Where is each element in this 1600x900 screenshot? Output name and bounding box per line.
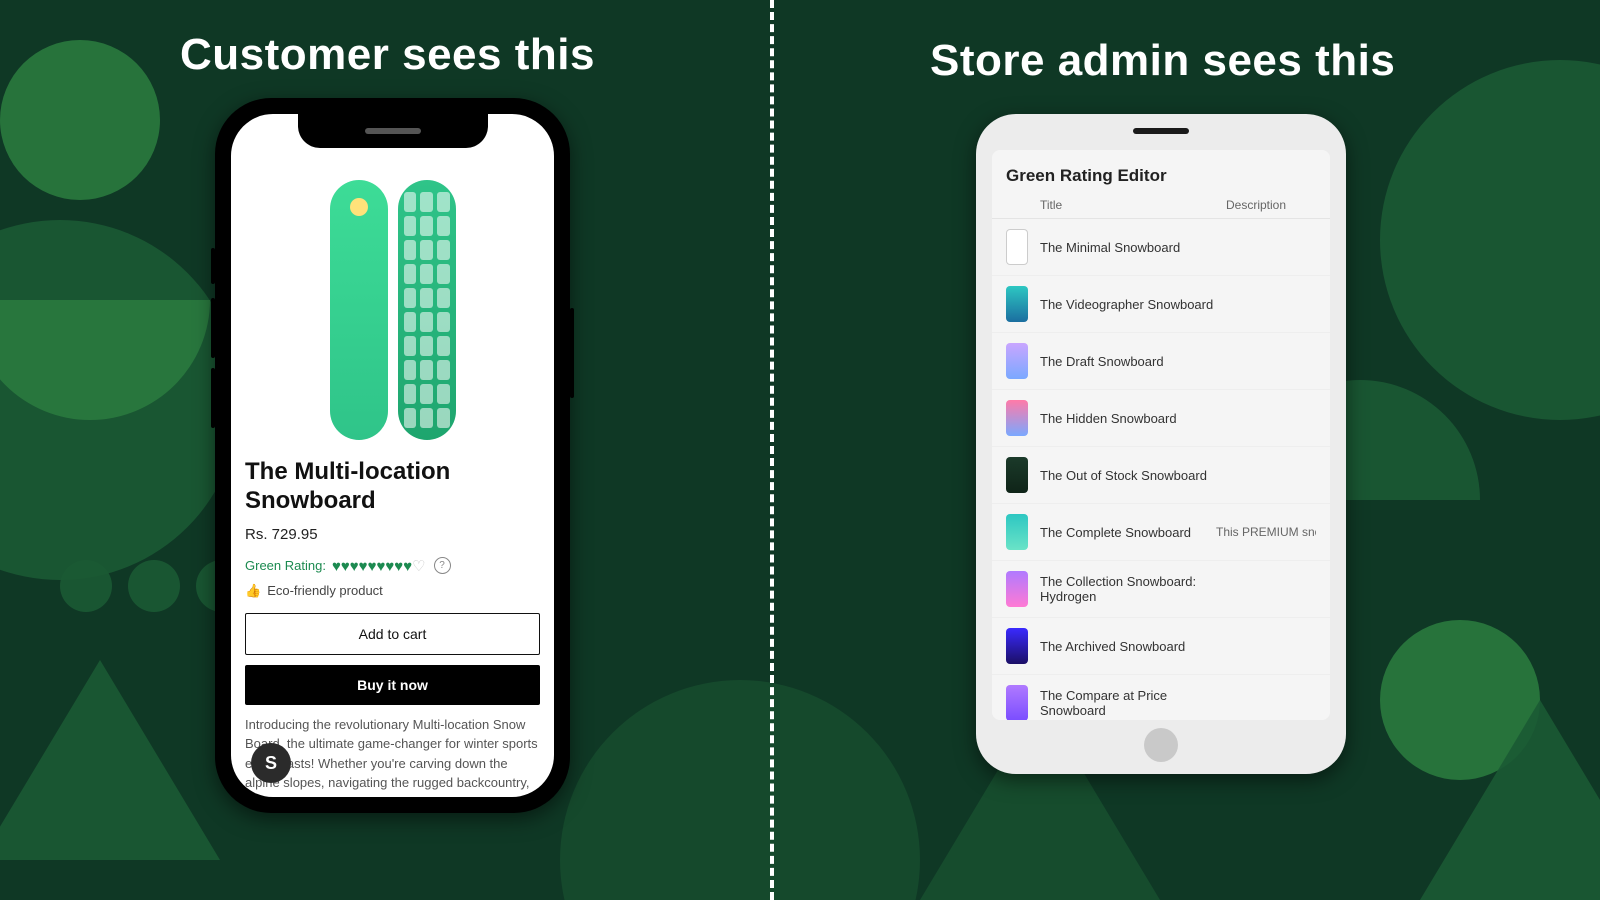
product-thumbnail — [1006, 457, 1028, 493]
admin-page-title: Green Rating Editor — [992, 150, 1330, 198]
heart-icon: ♡ — [412, 558, 425, 575]
product-thumbnail — [1006, 343, 1028, 379]
home-button[interactable] — [1144, 728, 1178, 762]
row-title: The Archived Snowboard — [1040, 639, 1216, 654]
green-rating-hearts: ♥♥♥♥♥♥♥♥♥♡ — [332, 557, 426, 575]
green-rating-row: Green Rating: ♥♥♥♥♥♥♥♥♥♡ ? — [245, 557, 540, 575]
shopify-fab-icon[interactable]: S — [251, 743, 291, 783]
customer-phone-frame: The Multi-location Snowboard Rs. 729.95 … — [215, 98, 570, 813]
product-image-front — [330, 180, 388, 440]
row-title: The Minimal Snowboard — [1040, 240, 1216, 255]
product-thumbnail — [1006, 514, 1028, 550]
product-price: Rs. 729.95 — [245, 526, 540, 543]
row-title: The Collection Snowboard: Hydrogen — [1040, 574, 1216, 604]
heart-icon: ♥ — [359, 558, 368, 575]
table-row[interactable]: The Draft Snowboard — [992, 333, 1330, 390]
product-thumbnail — [1006, 229, 1028, 265]
col-description[interactable]: Description — [1226, 198, 1316, 212]
table-row[interactable]: The Archived Snowboard — [992, 618, 1330, 675]
table-row[interactable]: The Compare at Price Snowboard — [992, 675, 1330, 720]
heart-icon: ♥ — [403, 558, 412, 575]
row-title: The Videographer Snowboard — [1040, 297, 1216, 312]
admin-app: Green Rating Editor Title Description Th… — [992, 150, 1330, 720]
table-header-row: Title Description — [992, 198, 1330, 218]
product-title: The Multi-location Snowboard — [245, 458, 540, 516]
product-thumbnail — [1006, 685, 1028, 720]
table-row[interactable]: The Videographer Snowboard — [992, 276, 1330, 333]
eco-friendly-label: Eco-friendly product — [267, 583, 383, 598]
storefront-product-page: The Multi-location Snowboard Rs. 729.95 … — [231, 114, 554, 797]
buy-it-now-button[interactable]: Buy it now — [245, 665, 540, 705]
product-table-body: The Minimal Snowboard The Videographer Sn… — [992, 218, 1330, 720]
product-thumbnail — [1006, 571, 1028, 607]
heart-icon: ♥ — [385, 558, 394, 575]
product-thumbnail — [1006, 400, 1028, 436]
col-title[interactable]: Title — [1040, 198, 1226, 212]
product-thumbnail — [1006, 286, 1028, 322]
heart-icon: ♥ — [332, 558, 341, 575]
thumbs-up-icon: 👍 — [245, 583, 261, 599]
table-row[interactable]: The Hidden Snowboard — [992, 390, 1330, 447]
vertical-divider — [770, 0, 774, 900]
row-title: The Complete Snowboard — [1040, 525, 1216, 540]
row-title: The Hidden Snowboard — [1040, 411, 1216, 426]
row-description: This PREMIUM sno — [1216, 525, 1316, 539]
heart-icon: ♥ — [394, 558, 403, 575]
row-title: The Draft Snowboard — [1040, 354, 1216, 369]
row-title: The Compare at Price Snowboard — [1040, 688, 1216, 718]
info-icon[interactable]: ? — [434, 557, 451, 574]
heart-icon: ♥ — [341, 558, 350, 575]
product-image-gallery[interactable] — [245, 150, 540, 450]
table-row[interactable]: The Collection Snowboard: Hydrogen — [992, 561, 1330, 618]
table-row[interactable]: The Out of Stock Snowboard — [992, 447, 1330, 504]
phone-notch — [298, 114, 488, 148]
heart-icon: ♥ — [350, 558, 359, 575]
table-row[interactable]: The Complete SnowboardThis PREMIUM sno — [992, 504, 1330, 561]
admin-tablet-frame: Green Rating Editor Title Description Th… — [976, 114, 1346, 774]
product-thumbnail — [1006, 628, 1028, 664]
green-rating-label: Green Rating: — [245, 558, 326, 573]
row-title: The Out of Stock Snowboard — [1040, 468, 1216, 483]
headline-admin: Store admin sees this — [930, 36, 1395, 86]
add-to-cart-button[interactable]: Add to cart — [245, 613, 540, 655]
product-image-back — [398, 180, 456, 440]
eco-friendly-badge: 👍 Eco-friendly product — [245, 583, 540, 599]
headline-customer: Customer sees this — [180, 30, 595, 80]
table-row[interactable]: The Minimal Snowboard — [992, 219, 1330, 276]
promo-stage: Customer sees this Store admin sees this… — [0, 0, 1600, 900]
